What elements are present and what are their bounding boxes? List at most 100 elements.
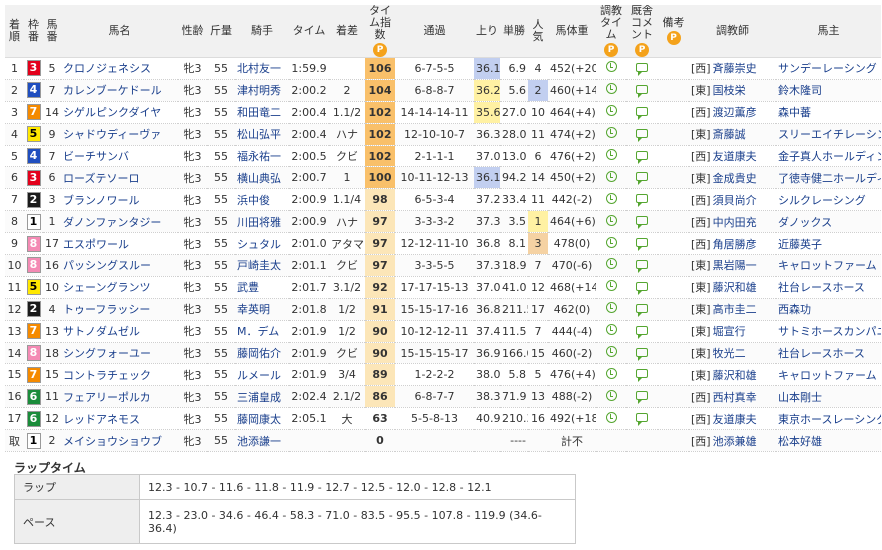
choukyou-time-cell[interactable] xyxy=(596,188,626,212)
owner-link[interactable]: 鈴木隆司 xyxy=(776,79,881,102)
clock-icon[interactable] xyxy=(605,367,617,379)
jockey-link[interactable]: 横山典弘 xyxy=(235,166,289,190)
kyusha-comment-cell[interactable] xyxy=(626,123,658,146)
comment-bubble-icon[interactable] xyxy=(636,84,648,98)
jockey-link[interactable]: 三浦皇成 xyxy=(235,385,289,409)
horse-name-link[interactable]: ブランノワール xyxy=(61,188,178,212)
jockey-link[interactable]: シュタル xyxy=(235,232,289,256)
owner-link[interactable]: キャロットファーム xyxy=(776,254,881,277)
owner-link[interactable]: 山本剛士 xyxy=(776,385,881,409)
choukyou-time-cell[interactable] xyxy=(596,166,626,190)
choukyou-time-cell[interactable] xyxy=(596,57,626,80)
trainer-link[interactable]: 中内田充 xyxy=(713,216,757,229)
choukyou-time-cell[interactable] xyxy=(596,123,626,146)
owner-link[interactable]: 森中蕃 xyxy=(776,101,881,124)
choukyou-time-cell[interactable] xyxy=(596,145,626,168)
jockey-link[interactable]: 和田竜二 xyxy=(235,101,289,124)
choukyou-time-cell[interactable] xyxy=(596,79,626,102)
trainer-link[interactable]: 国枝栄 xyxy=(713,84,746,97)
trainer-link[interactable]: 藤沢和雄 xyxy=(713,281,757,294)
kyusha-comment-cell[interactable] xyxy=(626,254,658,277)
comment-bubble-icon[interactable] xyxy=(636,172,648,186)
owner-link[interactable]: キャロットファーム xyxy=(776,363,881,387)
choukyou-time-cell[interactable] xyxy=(596,298,626,321)
jockey-link[interactable]: 福永祐一 xyxy=(235,145,289,168)
jockey-link[interactable]: 武豊 xyxy=(235,276,289,299)
owner-link[interactable]: 東京ホースレーシング xyxy=(776,407,881,431)
owner-link[interactable]: 了徳寺健二ホールディングス xyxy=(776,166,881,190)
owner-link[interactable]: 金子真人ホールディングス xyxy=(776,145,881,168)
kyusha-comment-cell[interactable] xyxy=(626,385,658,409)
comment-bubble-icon[interactable] xyxy=(636,391,648,405)
kyusha-comment-cell[interactable] xyxy=(626,232,658,256)
horse-name-link[interactable]: シェーングランツ xyxy=(61,276,178,299)
kyusha-comment-cell[interactable] xyxy=(626,342,658,365)
choukyou-time-cell[interactable] xyxy=(596,407,626,431)
comment-bubble-icon[interactable] xyxy=(636,216,648,230)
choukyou-time-cell[interactable] xyxy=(596,363,626,387)
jockey-link[interactable]: 藤岡康太 xyxy=(235,407,289,431)
horse-name-link[interactable]: ローズテソーロ xyxy=(61,166,178,190)
choukyou-time-cell[interactable] xyxy=(596,101,626,124)
jockey-link[interactable]: 浜中俊 xyxy=(235,188,289,212)
horse-name-link[interactable]: シングフォーユー xyxy=(61,342,178,365)
kyusha-comment-cell[interactable] xyxy=(626,188,658,212)
choukyou-time-cell[interactable] xyxy=(596,320,626,343)
jockey-link[interactable]: M．デム xyxy=(235,320,289,343)
clock-icon[interactable] xyxy=(605,324,617,336)
clock-icon[interactable] xyxy=(605,258,617,270)
clock-icon[interactable] xyxy=(605,302,617,314)
kyusha-comment-cell[interactable] xyxy=(626,320,658,343)
owner-link[interactable]: サンデーレーシング xyxy=(776,57,881,80)
owner-link[interactable]: 近藤英子 xyxy=(776,232,881,256)
choukyou-time-cell[interactable] xyxy=(596,342,626,365)
header-bikou[interactable]: 備考 P xyxy=(658,5,689,58)
comment-bubble-icon[interactable] xyxy=(636,369,648,383)
kyusha-comment-cell[interactable] xyxy=(626,407,658,431)
owner-link[interactable]: 社台レースホース xyxy=(776,276,881,299)
trainer-link[interactable]: 友道康夫 xyxy=(713,150,757,163)
clock-icon[interactable] xyxy=(605,170,617,182)
clock-icon[interactable] xyxy=(605,192,617,204)
clock-icon[interactable] xyxy=(605,61,617,73)
jockey-link[interactable]: 北村友一 xyxy=(235,57,289,80)
jockey-link[interactable]: 松山弘平 xyxy=(235,123,289,146)
header-tidx[interactable]: タイム指数 P xyxy=(365,5,395,58)
trainer-link[interactable]: 友道康夫 xyxy=(713,413,757,426)
clock-icon[interactable] xyxy=(605,83,617,95)
clock-icon[interactable] xyxy=(605,280,617,292)
comment-bubble-icon[interactable] xyxy=(636,259,648,273)
jockey-link[interactable]: 津村明秀 xyxy=(235,79,289,102)
choukyou-time-cell[interactable] xyxy=(596,385,626,409)
comment-bubble-icon[interactable] xyxy=(636,303,648,317)
comment-bubble-icon[interactable] xyxy=(636,194,648,208)
trainer-link[interactable]: 池添兼雄 xyxy=(713,435,757,448)
kyusha-comment-cell[interactable] xyxy=(626,210,658,234)
comment-bubble-icon[interactable] xyxy=(636,413,648,427)
comment-bubble-icon[interactable] xyxy=(636,150,648,164)
owner-link[interactable]: スリーエイチレーシング xyxy=(776,123,881,146)
horse-name-link[interactable]: レッドアネモス xyxy=(61,407,178,431)
kyusha-comment-cell[interactable] xyxy=(626,79,658,102)
header-choukyou-time[interactable]: 調教タイム P xyxy=(596,5,626,58)
kyusha-comment-cell[interactable] xyxy=(626,145,658,168)
trainer-link[interactable]: 高市圭二 xyxy=(713,303,757,316)
choukyou-time-cell[interactable] xyxy=(596,232,626,256)
clock-icon[interactable] xyxy=(605,149,617,160)
horse-name-link[interactable]: エスポワール xyxy=(61,232,178,256)
trainer-link[interactable]: 牧光二 xyxy=(713,347,746,360)
trainer-link[interactable]: 堀宣行 xyxy=(713,325,746,338)
horse-name-link[interactable]: トゥーフラッシー xyxy=(61,298,178,321)
jockey-link[interactable]: 藤岡佑介 xyxy=(235,342,289,365)
kyusha-comment-cell[interactable] xyxy=(626,166,658,190)
horse-name-link[interactable]: メイショウショウブ xyxy=(61,429,178,453)
choukyou-time-cell[interactable] xyxy=(596,276,626,299)
horse-name-link[interactable]: クロノジェネシス xyxy=(61,57,178,80)
trainer-link[interactable]: 金成貴史 xyxy=(713,172,757,185)
horse-name-link[interactable]: シャドウディーヴァ xyxy=(61,123,178,146)
trainer-link[interactable]: 斎藤誠 xyxy=(713,128,746,141)
trainer-link[interactable]: 藤沢和雄 xyxy=(713,369,757,382)
comment-bubble-icon[interactable] xyxy=(636,62,648,76)
jockey-link[interactable]: 川田将雅 xyxy=(235,210,289,234)
comment-bubble-icon[interactable] xyxy=(636,238,648,252)
